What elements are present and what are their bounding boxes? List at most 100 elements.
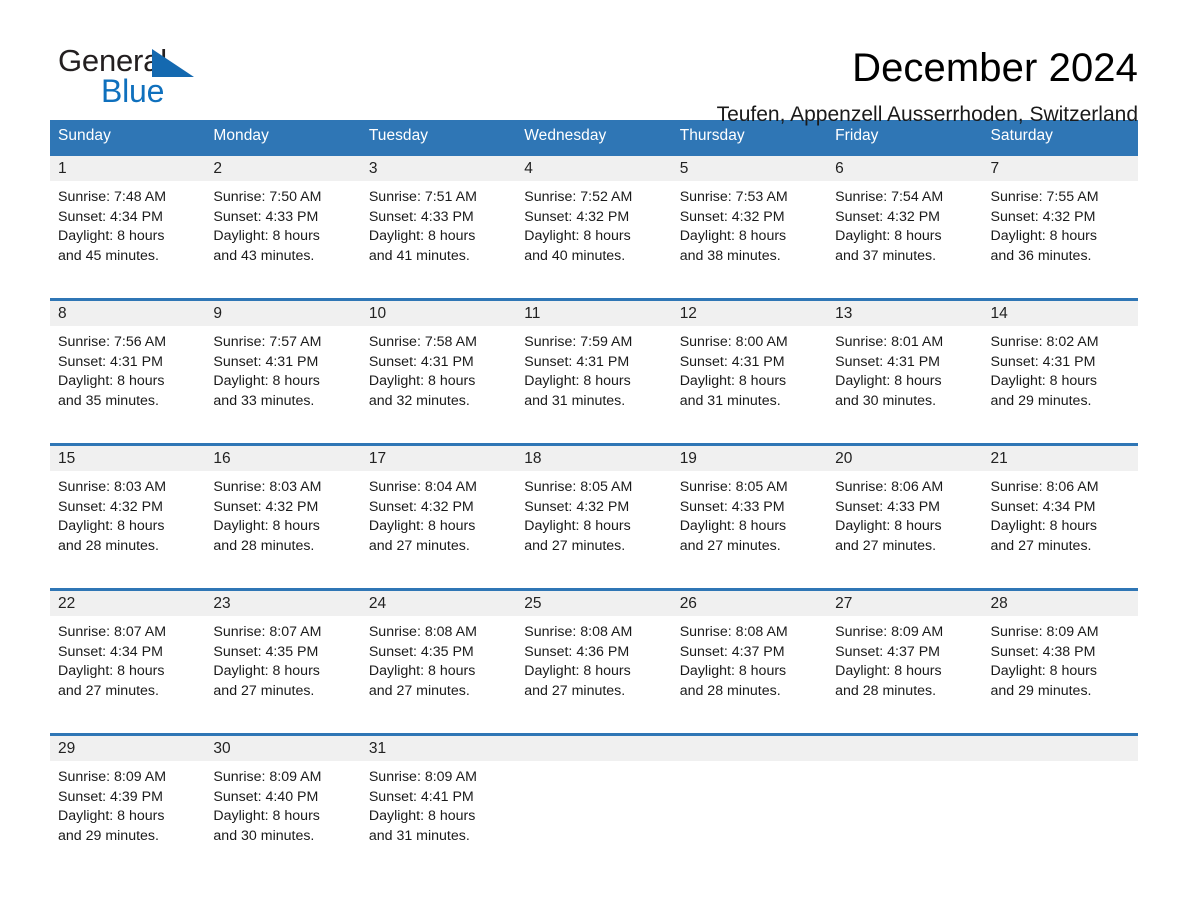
daylight-duration-line2: and 29 minutes. <box>990 392 1092 409</box>
calendar-day-cell[interactable]: 10 Sunrise: 7:58 AM Sunset: 4:31 PM Dayligh… <box>360 298 517 432</box>
calendar-day-cell[interactable]: 4 Sunrise: 7:52 AM Sunset: 4:32 PM Daylight… <box>516 153 672 287</box>
day-cell-inner: 15 Sunrise: 8:03 AM Sunset: 4:32 PM Dayligh… <box>50 443 206 577</box>
calendar-day-cell[interactable]: 1 Sunrise: 7:48 AM Sunset: 4:34 PM Daylight… <box>50 153 206 287</box>
sunrise-time: Sunrise: 8:09 AM <box>990 624 1099 640</box>
day-sun-info: Sunrise: 7:54 AM Sunset: 4:32 PM Daylight:… <box>827 181 982 266</box>
sunset-time: Sunset: 4:38 PM <box>990 643 1096 660</box>
sunrise-time: Sunrise: 8:09 AM <box>835 624 944 640</box>
calendar-day-cell[interactable]: 5 Sunrise: 7:53 AM Sunset: 4:32 PM Daylight… <box>671 153 828 287</box>
calendar-day-cell[interactable]: 19 Sunrise: 8:05 AM Sunset: 4:33 PM Dayligh… <box>671 443 828 577</box>
day-number: 30 <box>205 736 361 761</box>
week-spacer <box>50 577 1138 588</box>
daylight-duration-line1: Daylight: 8 hours <box>679 373 787 389</box>
calendar-day-cell[interactable]: 15 Sunrise: 8:03 AM Sunset: 4:32 PM Dayligh… <box>50 443 206 577</box>
sunset-time: Sunset: 4:31 PM <box>213 353 319 370</box>
day-number: 15 <box>50 446 206 471</box>
calendar-day-cell[interactable]: 30 Sunrise: 8:09 AM Sunset: 4:40 PM Dayligh… <box>205 733 361 867</box>
week-spacer <box>50 722 1138 733</box>
calendar-day-cell[interactable]: 22 Sunrise: 8:07 AM Sunset: 4:34 PM Dayligh… <box>50 588 206 722</box>
daylight-duration-line2: and 27 minutes. <box>835 537 937 554</box>
daylight-duration-line1: Daylight: 8 hours <box>679 663 787 679</box>
daylight-duration-line1: Daylight: 8 hours <box>58 373 165 389</box>
sunset-time: Sunset: 4:39 PM <box>58 788 163 805</box>
sunset-time: Sunset: 4:34 PM <box>58 208 163 225</box>
day-sun-info: Sunrise: 8:00 AM Sunset: 4:31 PM Daylight:… <box>672 326 827 411</box>
calendar-day-cell[interactable]: 7 Sunrise: 7:55 AM Sunset: 4:32 PM Daylight… <box>982 153 1138 287</box>
calendar-day-cell[interactable]: 23 Sunrise: 8:07 AM Sunset: 4:35 PM Dayligh… <box>205 588 361 722</box>
week-spacer-cell <box>50 722 1138 733</box>
sunrise-time: Sunrise: 8:09 AM <box>368 769 477 785</box>
daylight-duration-line1: Daylight: 8 hours <box>213 518 320 534</box>
calendar-day-cell[interactable]: 6 Sunrise: 7:54 AM Sunset: 4:32 PM Daylight… <box>827 153 983 287</box>
day-number: 2 <box>205 156 361 181</box>
day-cell-inner: 30 Sunrise: 8:09 AM Sunset: 4:40 PM Dayligh… <box>205 733 361 867</box>
day-cell-inner: 26 Sunrise: 8:08 AM Sunset: 4:37 PM Dayligh… <box>671 588 828 722</box>
calendar-day-cell[interactable]: 26 Sunrise: 8:08 AM Sunset: 4:37 PM Dayligh… <box>671 588 828 722</box>
calendar-day-cell[interactable]: 11 Sunrise: 7:59 AM Sunset: 4:31 PM Dayligh… <box>516 298 672 432</box>
calendar-day-cell[interactable] <box>982 733 1138 867</box>
calendar-day-cell[interactable]: 14 Sunrise: 8:02 AM Sunset: 4:31 PM Dayligh… <box>982 298 1138 432</box>
calendar-day-cell[interactable]: 12 Sunrise: 8:00 AM Sunset: 4:31 PM Dayligh… <box>671 298 828 432</box>
calendar-day-cell[interactable]: 28 Sunrise: 8:09 AM Sunset: 4:38 PM Dayligh… <box>982 588 1138 722</box>
day-number: 11 <box>516 301 672 326</box>
sunset-time: Sunset: 4:32 PM <box>368 498 474 515</box>
day-sun-info: Sunrise: 8:07 AM Sunset: 4:34 PM Daylight:… <box>50 616 205 701</box>
calendar-day-cell[interactable] <box>827 733 983 867</box>
calendar-day-cell[interactable]: 9 Sunrise: 7:57 AM Sunset: 4:31 PM Daylight… <box>205 298 361 432</box>
day-number: 21 <box>982 446 1138 471</box>
day-number: 28 <box>982 591 1138 616</box>
daylight-duration-line1: Daylight: 8 hours <box>990 663 1097 679</box>
day-sun-info: Sunrise: 7:50 AM Sunset: 4:33 PM Daylight:… <box>205 181 360 266</box>
daylight-duration-line2: and 31 minutes. <box>524 392 626 409</box>
day-number: 9 <box>205 301 361 326</box>
daylight-duration-line1: Daylight: 8 hours <box>58 518 165 534</box>
daylight-duration-line2: and 27 minutes. <box>368 537 470 554</box>
calendar-day-cell[interactable]: 31 Sunrise: 8:09 AM Sunset: 4:41 PM Dayligh… <box>360 733 517 867</box>
day-cell-inner: 8 Sunrise: 7:56 AM Sunset: 4:31 PM Daylight… <box>50 298 206 432</box>
calendar-day-cell[interactable]: 29 Sunrise: 8:09 AM Sunset: 4:39 PM Dayligh… <box>50 733 206 867</box>
calendar-day-cell[interactable]: 27 Sunrise: 8:09 AM Sunset: 4:37 PM Dayligh… <box>827 588 983 722</box>
daylight-duration-line2: and 27 minutes. <box>213 682 315 699</box>
sunset-time: Sunset: 4:33 PM <box>213 208 319 225</box>
day-cell-inner: 11 Sunrise: 7:59 AM Sunset: 4:31 PM Dayligh… <box>516 298 672 432</box>
calendar-day-cell[interactable]: 2 Sunrise: 7:50 AM Sunset: 4:33 PM Daylight… <box>205 153 361 287</box>
calendar-day-cell[interactable] <box>516 733 672 867</box>
day-sun-info: Sunrise: 8:09 AM Sunset: 4:40 PM Daylight:… <box>205 761 360 846</box>
daylight-duration-line1: Daylight: 8 hours <box>990 228 1097 244</box>
sunrise-time: Sunrise: 8:03 AM <box>58 479 167 495</box>
daylight-duration-line1: Daylight: 8 hours <box>368 663 476 679</box>
calendar-day-cell[interactable]: 3 Sunrise: 7:51 AM Sunset: 4:33 PM Daylight… <box>360 153 517 287</box>
day-number: 8 <box>50 301 206 326</box>
calendar-day-cell[interactable]: 18 Sunrise: 8:05 AM Sunset: 4:32 PM Dayligh… <box>516 443 672 577</box>
day-number: 26 <box>671 591 828 616</box>
sunrise-time: Sunrise: 7:54 AM <box>835 189 944 205</box>
day-number: 20 <box>827 446 983 471</box>
daylight-duration-line1: Daylight: 8 hours <box>835 373 942 389</box>
calendar-day-cell[interactable]: 21 Sunrise: 8:06 AM Sunset: 4:34 PM Dayligh… <box>982 443 1138 577</box>
day-cell-inner: 21 Sunrise: 8:06 AM Sunset: 4:34 PM Dayligh… <box>982 443 1138 577</box>
sunrise-time: Sunrise: 8:09 AM <box>58 769 167 785</box>
day-number: 19 <box>671 446 828 471</box>
calendar-day-cell[interactable]: 16 Sunrise: 8:03 AM Sunset: 4:32 PM Dayligh… <box>205 443 361 577</box>
week-spacer <box>50 432 1138 443</box>
day-sun-info: Sunrise: 8:02 AM Sunset: 4:31 PM Daylight:… <box>983 326 1138 411</box>
week-spacer <box>50 287 1138 298</box>
calendar-day-cell[interactable]: 24 Sunrise: 8:08 AM Sunset: 4:35 PM Dayligh… <box>360 588 517 722</box>
calendar-day-cell[interactable]: 20 Sunrise: 8:06 AM Sunset: 4:33 PM Dayligh… <box>827 443 983 577</box>
daylight-duration-line1: Daylight: 8 hours <box>524 228 631 244</box>
day-number: 4 <box>516 156 672 181</box>
daylight-duration-line1: Daylight: 8 hours <box>58 228 165 244</box>
calendar-day-cell[interactable]: 13 Sunrise: 8:01 AM Sunset: 4:31 PM Dayligh… <box>827 298 983 432</box>
daylight-duration-line1: Daylight: 8 hours <box>368 518 476 534</box>
sunset-time: Sunset: 4:32 PM <box>835 208 940 225</box>
daylight-duration-line1: Daylight: 8 hours <box>990 373 1097 389</box>
daylight-duration-line2: and 32 minutes. <box>368 392 470 409</box>
day-sun-info: Sunrise: 8:04 AM Sunset: 4:32 PM Daylight:… <box>361 471 516 556</box>
calendar-day-cell[interactable]: 8 Sunrise: 7:56 AM Sunset: 4:31 PM Daylight… <box>50 298 206 432</box>
calendar-day-cell[interactable]: 25 Sunrise: 8:08 AM Sunset: 4:36 PM Dayligh… <box>516 588 672 722</box>
calendar-day-cell[interactable] <box>671 733 828 867</box>
day-number: 3 <box>360 156 517 181</box>
calendar-day-cell[interactable]: 17 Sunrise: 8:04 AM Sunset: 4:32 PM Dayligh… <box>360 443 517 577</box>
weekday-header-wednesday: Wednesday <box>516 120 672 153</box>
day-cell-inner: 20 Sunrise: 8:06 AM Sunset: 4:33 PM Dayligh… <box>827 443 983 577</box>
